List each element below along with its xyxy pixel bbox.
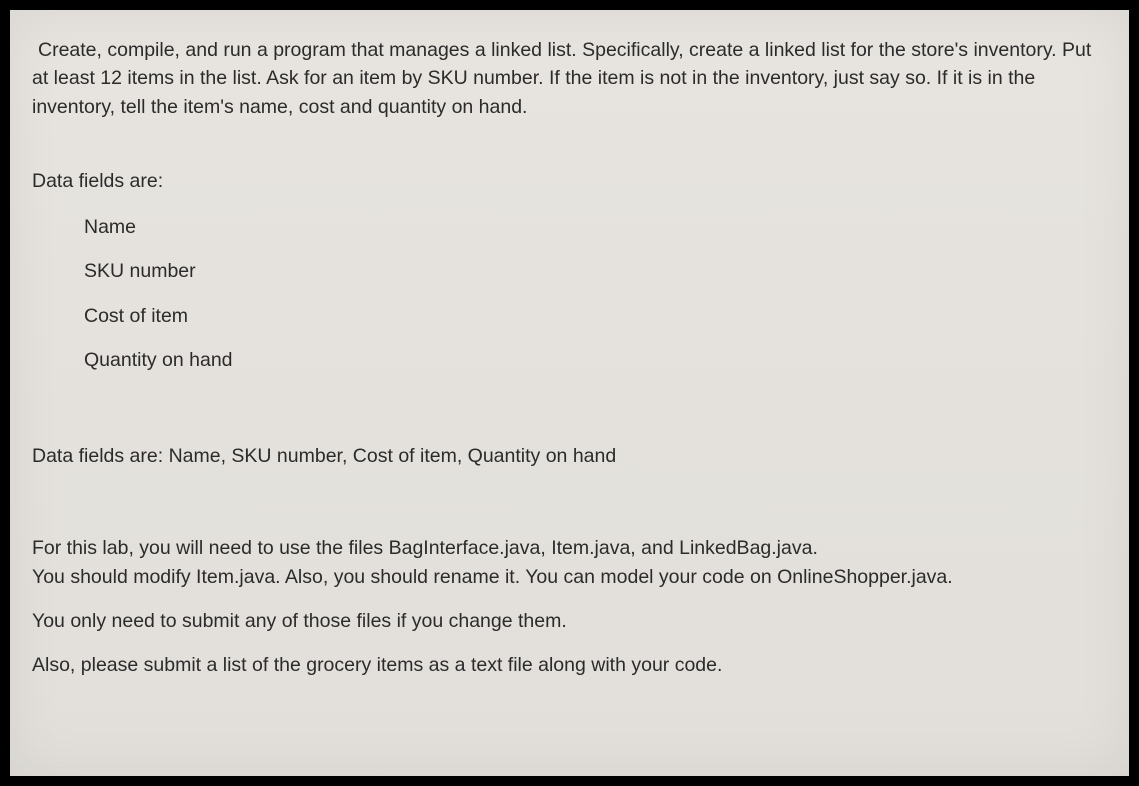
instruction-grocery-list: Also, please submit a list of the grocer… — [32, 651, 1107, 679]
intro-paragraph: Create, compile, and run a program that … — [32, 36, 1107, 121]
data-fields-summary: Data fields are: Name, SKU number, Cost … — [32, 442, 1107, 470]
field-item-quantity: Quantity on hand — [84, 346, 1107, 374]
field-item-name: Name — [84, 213, 1107, 241]
instruction-submit: You only need to submit any of those fil… — [32, 607, 1107, 635]
field-item-cost: Cost of item — [84, 302, 1107, 330]
document-page: Create, compile, and run a program that … — [10, 10, 1129, 776]
data-fields-list: Name SKU number Cost of item Quantity on… — [32, 213, 1107, 374]
instruction-files: For this lab, you will need to use the f… — [32, 534, 1107, 591]
data-fields-heading: Data fields are: — [32, 167, 1107, 195]
field-item-sku: SKU number — [84, 257, 1107, 285]
